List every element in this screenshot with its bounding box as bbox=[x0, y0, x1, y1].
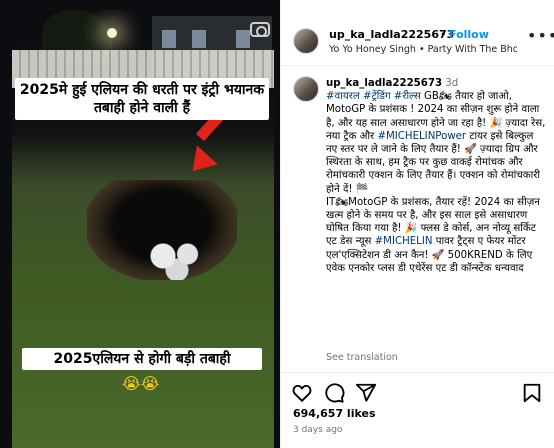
caption-hashtags[interactable]: #वायरल #ट्रेंडिंग #रील्स bbox=[326, 91, 421, 102]
see-translation-link[interactable]: See translation bbox=[326, 352, 398, 363]
media-caption-bottom: 2025एलियन से होगी बड़ी तबाही bbox=[22, 348, 262, 370]
caption-username[interactable]: up_ka_ladla2225673 bbox=[326, 78, 442, 89]
comment-icon[interactable] bbox=[323, 382, 345, 404]
likes-count[interactable]: 694,657 likes bbox=[293, 407, 376, 420]
audio-track[interactable]: Yo Yo Honey Singh • Party With The Bho..… bbox=[329, 44, 517, 55]
caption-time: 3d bbox=[445, 78, 459, 89]
follow-button[interactable]: Follow bbox=[449, 28, 489, 41]
media-caption-top: 2025मे हुई एलियन की धरती पर इंट्री भयानक… bbox=[15, 78, 269, 120]
post-panel: up_ka_ladla2225673 • Follow Yo Yo Honey … bbox=[280, 0, 554, 448]
actions-bar: 694,657 likes 3 days ago bbox=[281, 372, 554, 448]
hashtag-michelin[interactable]: #MICHELIN bbox=[375, 236, 433, 247]
caption-avatar[interactable] bbox=[293, 76, 319, 102]
heart-icon[interactable] bbox=[291, 382, 313, 404]
avatar[interactable] bbox=[293, 28, 319, 54]
bookmark-icon[interactable] bbox=[521, 382, 543, 404]
crying-emoji: 😭😭 bbox=[122, 374, 160, 393]
post-date[interactable]: 3 days ago bbox=[293, 425, 342, 435]
camera-icon bbox=[250, 22, 270, 37]
share-icon[interactable] bbox=[355, 382, 377, 404]
hashtag-michelinpower[interactable]: #MICHELINPower bbox=[377, 131, 466, 142]
header-username[interactable]: up_ka_ladla2225673 bbox=[329, 28, 454, 41]
lamp-light bbox=[107, 28, 117, 38]
caption-text: up_ka_ladla2225673 3d #वायरल #ट्रेंडिंग … bbox=[326, 77, 546, 275]
post-header: up_ka_ladla2225673 • Follow Yo Yo Honey … bbox=[281, 0, 554, 66]
post-media[interactable]: 2025मे हुई एलियन की धरती पर इंट्री भयानक… bbox=[0, 0, 280, 448]
caption-block: up_ka_ladla2225673 3d #वायरल #ट्रेंडिंग … bbox=[281, 66, 554, 372]
more-icon[interactable]: ••• bbox=[527, 26, 554, 45]
rubble bbox=[142, 240, 212, 280]
separator-dot: • bbox=[440, 28, 447, 41]
